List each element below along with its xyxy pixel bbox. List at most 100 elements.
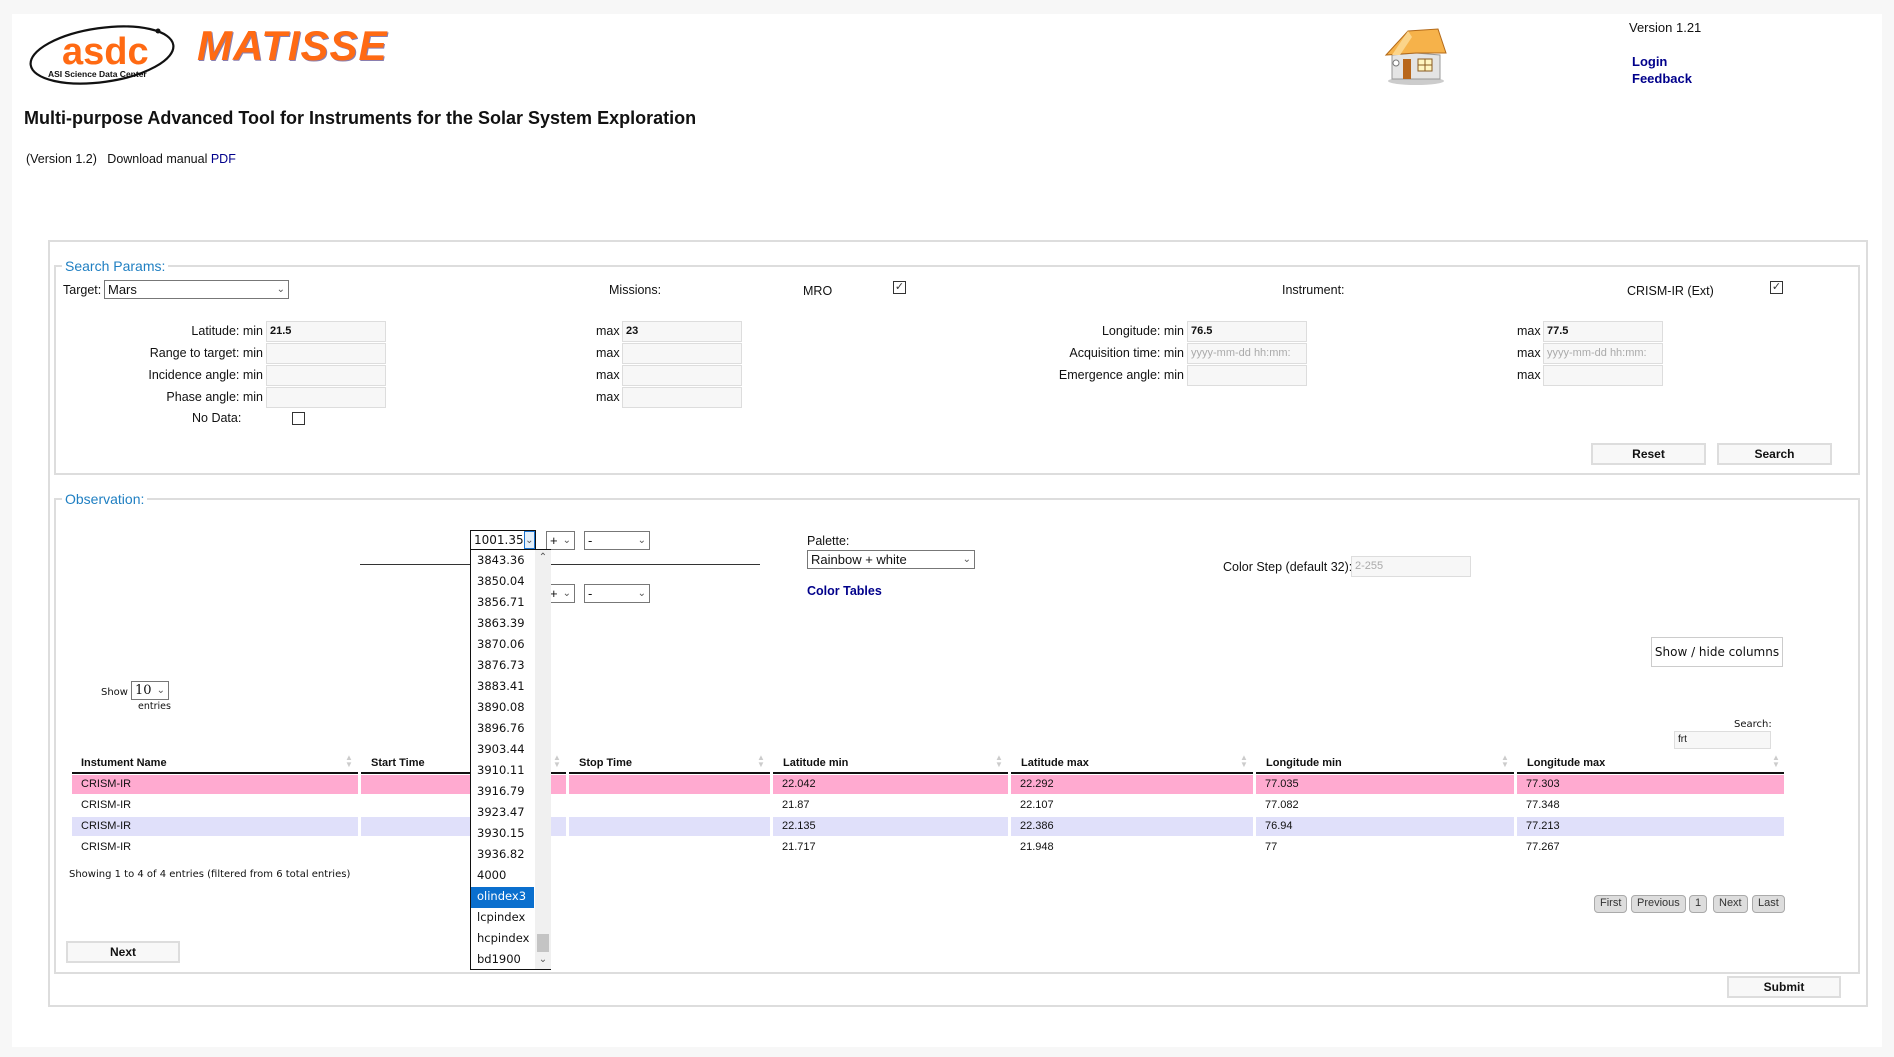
chevron-down-icon: ⌄ <box>562 588 571 599</box>
chevron-down-icon: ⌄ <box>562 535 571 546</box>
sort-icon[interactable]: ▲ ▼ <box>345 754 353 769</box>
latitude-min-input[interactable]: 21.5 <box>266 321 386 342</box>
dropdown-option[interactable]: 3923.47 <box>471 803 534 824</box>
sort-icon[interactable]: ▲ ▼ <box>995 754 1003 769</box>
color-step-input[interactable]: 2-255 <box>1351 556 1471 577</box>
incidence-max-input[interactable] <box>622 365 742 386</box>
pdf-link[interactable]: PDF <box>211 152 236 166</box>
pagination-previous-button[interactable]: Previous <box>1631 895 1686 913</box>
search-button[interactable]: Search <box>1717 443 1832 465</box>
dropdown-option[interactable]: hcpindex <box>471 929 534 950</box>
acquisition-min-input[interactable]: yyyy-mm-dd hh:mm: <box>1187 343 1307 364</box>
scroll-down-icon[interactable]: ⌄ <box>535 954 551 965</box>
column-header-instrument-name[interactable]: Instument Name <box>81 757 167 769</box>
reset-button[interactable]: Reset <box>1591 443 1706 465</box>
mission-mro-checkbox[interactable]: ✓ <box>893 281 906 294</box>
sort-icon[interactable]: ▲ ▼ <box>1501 754 1509 769</box>
login-link[interactable]: Login <box>1632 54 1667 69</box>
band-select-2[interactable]: - ⌄ <box>584 531 650 550</box>
dropdown-option[interactable]: 3850.04 <box>471 572 534 593</box>
pagination-last-button[interactable]: Last <box>1752 895 1785 913</box>
phase-max-input[interactable] <box>622 387 742 408</box>
dropdown-option[interactable]: 3870.06 <box>471 635 534 656</box>
band-select-numerator[interactable]: 1001.35 ⌄ <box>470 530 536 550</box>
cell-text: 22.135 <box>782 820 816 832</box>
dropdown-option[interactable]: 3883.41 <box>471 677 534 698</box>
dropdown-option[interactable]: 4000 <box>471 866 534 887</box>
pagination-page-1-button[interactable]: 1 <box>1689 895 1708 913</box>
dropdown-option[interactable]: 3936.82 <box>471 845 534 866</box>
column-header-longitude-min[interactable]: Longitude min <box>1266 757 1342 769</box>
column-header-latitude-max[interactable]: Latitude max <box>1021 757 1089 769</box>
longitude-max-input[interactable]: 77.5 <box>1543 321 1663 342</box>
column-header-start-time[interactable]: Start Time <box>371 757 425 769</box>
table-row[interactable]: CRISM-IR 22.135 22.386 76.94 77.213 <box>72 817 1784 836</box>
incidence-min-input[interactable] <box>266 365 386 386</box>
table-row[interactable]: CRISM-IR 22.042 22.292 77.035 77.303 <box>72 775 1784 794</box>
dropdown-option[interactable]: 3876.73 <box>471 656 534 677</box>
dropdown-option[interactable]: 3863.39 <box>471 614 534 635</box>
table-cell: CRISM-IR <box>72 775 358 794</box>
sort-icon[interactable]: ▲ ▼ <box>1240 754 1248 769</box>
longitude-min-input[interactable]: 76.5 <box>1187 321 1307 342</box>
table-row[interactable]: CRISM-IR 21.87 22.107 77.082 77.348 <box>72 796 1784 815</box>
band-select-3[interactable]: - ⌄ <box>584 584 650 603</box>
pagination-next-button[interactable]: Next <box>1713 895 1748 913</box>
phase-min-input[interactable] <box>266 387 386 408</box>
dropdown-option[interactable]: 3910.11 <box>471 761 534 782</box>
dropdown-option[interactable]: 3916.79 <box>471 782 534 803</box>
table-cell: 22.292 <box>1011 775 1253 794</box>
no-data-checkbox[interactable] <box>292 412 305 425</box>
dropdown-option[interactable]: 3856.71 <box>471 593 534 614</box>
table-row[interactable]: CRISM-IR 21.717 21.948 77 77.267 <box>72 838 1784 857</box>
dropdown-option[interactable]: 3896.76 <box>471 719 534 740</box>
latitude-max-input[interactable]: 23 <box>622 321 742 342</box>
palette-select[interactable]: Rainbow + white ⌄ <box>807 550 975 569</box>
operator-select-1[interactable]: + ⌄ <box>546 531 575 550</box>
instrument-label: Instrument: <box>1282 283 1345 297</box>
show-hide-columns-button[interactable]: Show / hide columns <box>1651 637 1783 667</box>
acquisition-max-input[interactable]: yyyy-mm-dd hh:mm: <box>1543 343 1663 364</box>
dropdown-option[interactable]: olindex3 <box>471 887 534 908</box>
target-select[interactable]: Mars ⌄ <box>104 280 289 299</box>
longitude-max-label: max <box>1517 324 1541 338</box>
color-tables-link[interactable]: Color Tables <box>807 584 882 598</box>
instrument-crism-checkbox[interactable]: ✓ <box>1770 281 1783 294</box>
dropdown-option[interactable]: 3930.15 <box>471 824 534 845</box>
sort-icon[interactable]: ▲ ▼ <box>757 754 765 769</box>
feedback-link[interactable]: Feedback <box>1632 71 1692 86</box>
chevron-down-icon: ⌄ <box>637 535 646 546</box>
range-min-label: Range to target: min <box>149 346 263 360</box>
dropdown-option[interactable]: bd1900 <box>471 950 534 971</box>
sort-icon[interactable]: ▲ ▼ <box>1772 754 1780 769</box>
page-length-select[interactable]: 10 ⌄ <box>131 681 169 700</box>
column-header-longitude-max[interactable]: Longitude max <box>1527 757 1605 769</box>
column-header-stop-time[interactable]: Stop Time <box>579 757 632 769</box>
sort-icon[interactable]: ▲ ▼ <box>553 754 561 769</box>
range-min-input[interactable] <box>266 343 386 364</box>
dropdown-option[interactable]: 3843.36 <box>471 551 534 572</box>
table-search-input[interactable]: frt <box>1674 731 1771 749</box>
range-max-input[interactable] <box>622 343 742 364</box>
scrollbar-thumb[interactable] <box>537 934 549 952</box>
dropdown-option[interactable]: 3903.44 <box>471 740 534 761</box>
asdc-logo[interactable]: asdc ASI Science Data Center <box>26 20 176 86</box>
submit-button[interactable]: Submit <box>1727 976 1841 998</box>
table-cell: 22.042 <box>773 775 1008 794</box>
version-line: (Version 1.2) Download manual PDF <box>26 152 236 166</box>
dropdown-scrollbar[interactable]: ⌃ ⌄ <box>535 550 551 969</box>
header-underline <box>569 772 770 774</box>
emergence-min-input[interactable] <box>1187 365 1307 386</box>
pagination-first-button[interactable]: First <box>1594 895 1628 913</box>
table-cell <box>569 775 770 794</box>
page-length-value: 10 <box>135 683 152 698</box>
band-dropdown-list[interactable]: ⌃ ⌄ 3843.36 3850.04 3856.71 3863.39 3870.06 3… <box>470 549 551 970</box>
dropdown-option[interactable]: lcpindex <box>471 908 534 929</box>
next-button[interactable]: Next <box>66 941 180 963</box>
column-header-latitude-min[interactable]: Latitude min <box>783 757 848 769</box>
emergence-max-input[interactable] <box>1543 365 1663 386</box>
dropdown-option[interactable]: 3890.08 <box>471 698 534 719</box>
table-cell: 77 <box>1256 838 1514 857</box>
home-icon[interactable] <box>1380 25 1450 85</box>
scroll-up-icon[interactable]: ⌃ <box>535 552 551 563</box>
